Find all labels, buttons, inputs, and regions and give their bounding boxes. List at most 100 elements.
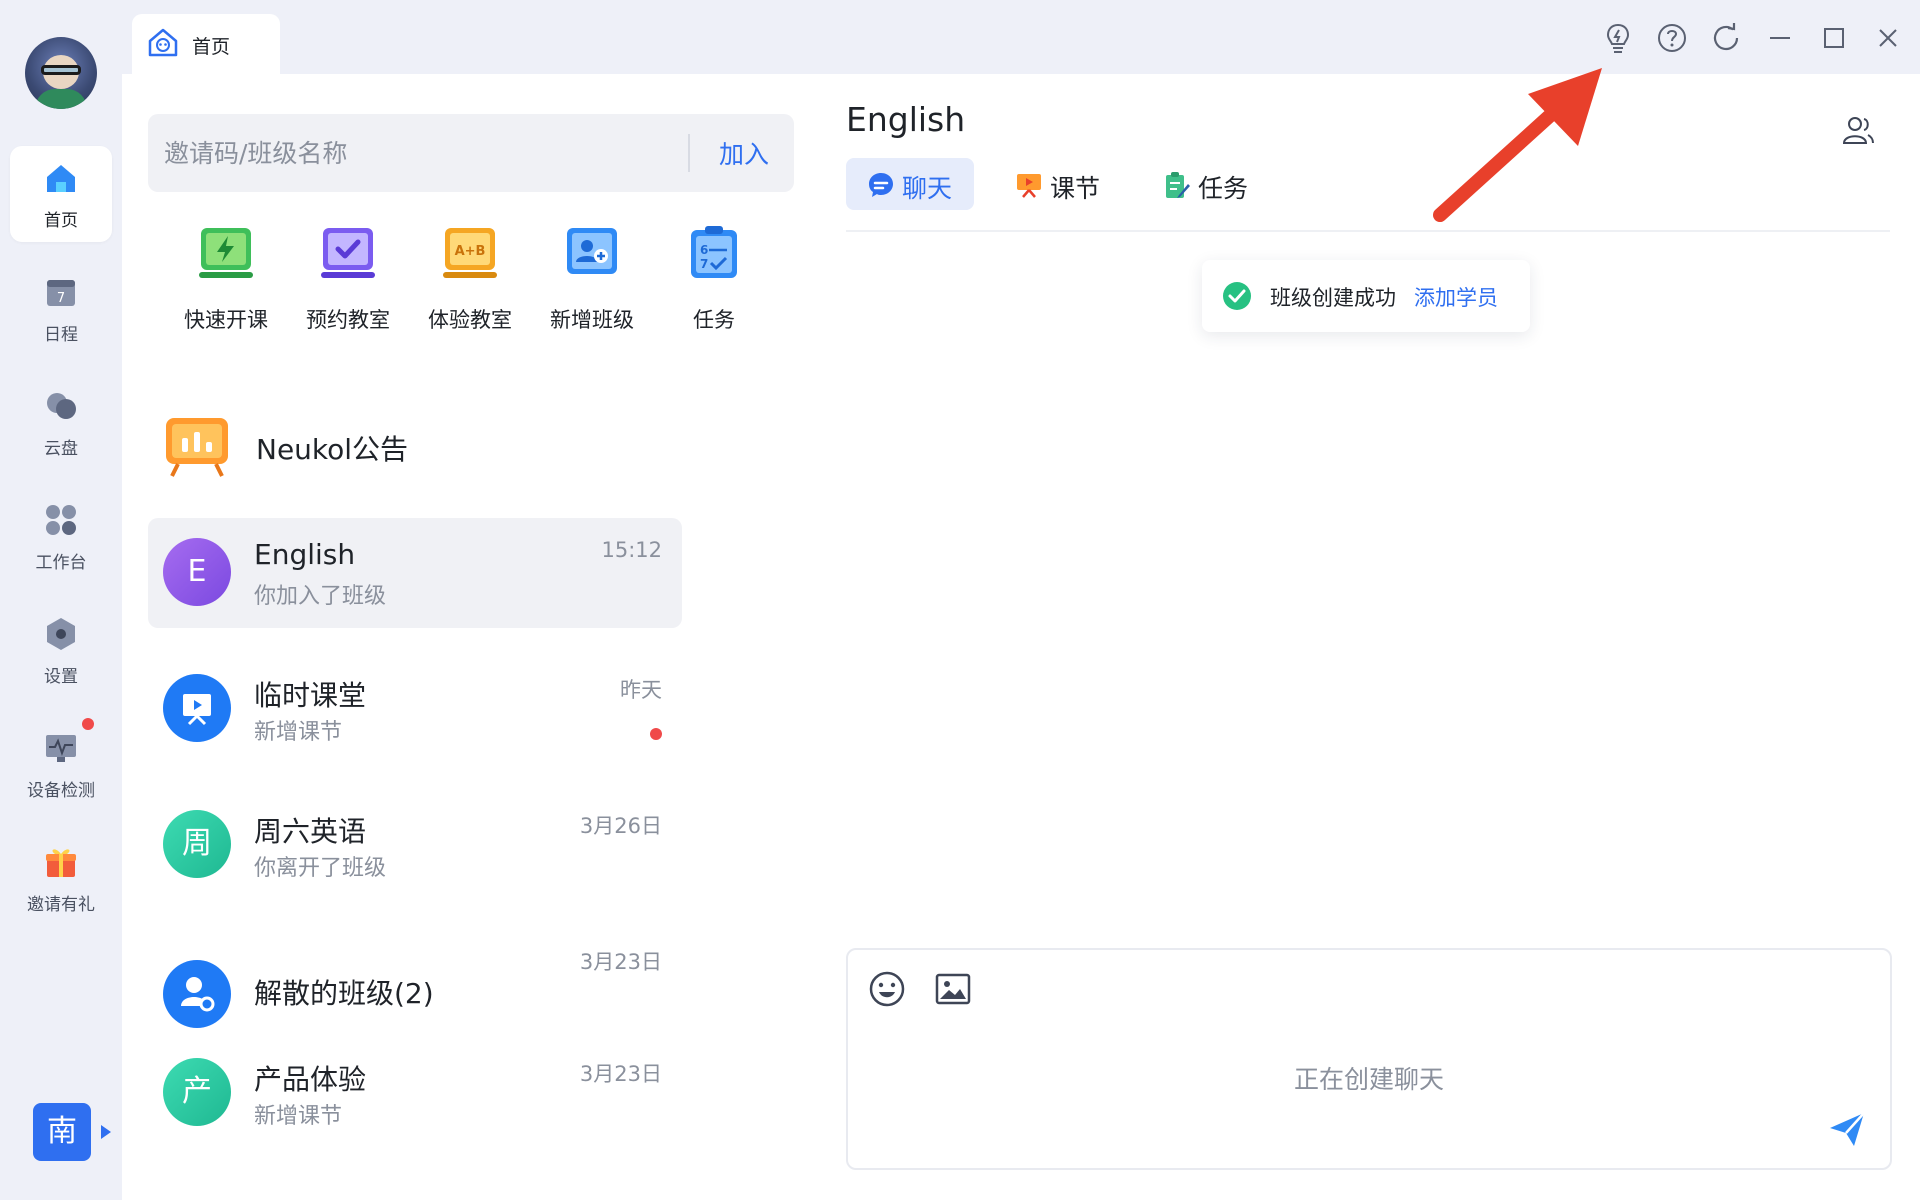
emoji-icon[interactable]: [868, 970, 906, 1008]
quick-action-label: 新增班级: [550, 308, 634, 332]
rail-item-schedule[interactable]: 7 日程: [10, 260, 112, 356]
conversation-last-message: 你离开了班级: [254, 856, 387, 881]
presentation-icon: [183, 694, 211, 726]
tab-lessons[interactable]: 课节: [994, 158, 1122, 210]
trial-classroom-icon: A+B: [443, 228, 497, 278]
chat-title: English: [846, 100, 966, 139]
close-icon[interactable]: [1870, 20, 1906, 56]
success-toast: 班级创建成功 添加学员: [1202, 260, 1530, 332]
quick-class-icon: [199, 228, 253, 278]
add-students-link[interactable]: 添加学员: [1414, 282, 1498, 312]
expand-arrow-icon[interactable]: [101, 1125, 111, 1139]
rail-item-label: 云盘: [44, 439, 78, 459]
svg-text:7: 7: [57, 291, 65, 306]
conversation-panel: 加入 快速开课 预约教室 A+B 体验教室: [122, 74, 816, 1200]
tab-label: 任务: [1198, 174, 1249, 203]
tab-divider: [846, 230, 1890, 232]
composer-status: 正在创建聊天: [1293, 1065, 1444, 1094]
send-icon[interactable]: [1826, 1108, 1868, 1150]
toast-message: 班级创建成功: [1270, 286, 1396, 310]
conversation-name: 临时课堂: [254, 679, 367, 712]
search-divider: [688, 134, 690, 172]
tab-chat[interactable]: 聊天: [846, 158, 974, 210]
conversation-item-english[interactable]: E English 你加入了班级 15:12: [148, 518, 682, 628]
svg-text:7: 7: [700, 257, 708, 271]
rail-item-invite[interactable]: 邀请有礼: [10, 830, 112, 926]
task-icon: 6 7: [691, 226, 737, 278]
workbench-icon: [46, 505, 76, 535]
tab-label: 首页: [192, 36, 231, 58]
task-clipboard-icon: [1166, 172, 1190, 198]
quick-action-task[interactable]: 6 7 任务: [664, 224, 764, 354]
rail-item-settings[interactable]: 设置: [10, 602, 112, 698]
quick-action-label: 体验教室: [428, 308, 512, 332]
rail-item-device-check[interactable]: 设备检测: [10, 716, 112, 812]
gift-icon: [46, 849, 76, 877]
conversation-name: English: [254, 538, 356, 571]
conversation-item-dissolved[interactable]: 解散的班级(2) 3月23日: [148, 926, 682, 1036]
members-icon[interactable]: [1840, 112, 1876, 148]
quick-action-trial[interactable]: A+B 体验教室: [420, 224, 520, 354]
user-badge[interactable]: 南: [33, 1103, 91, 1161]
tab-bar: 首页: [122, 0, 1920, 74]
conversation-avatar: [163, 674, 231, 742]
conversation-time: 3月23日: [579, 1062, 662, 1086]
minimize-icon[interactable]: [1762, 20, 1798, 56]
tab-tasks[interactable]: 任务: [1142, 158, 1270, 210]
notice-title: Neukol公告: [256, 433, 409, 466]
conversation-last-message: 你加入了班级: [254, 584, 387, 609]
conversation-last-message: 新增课节: [254, 1104, 343, 1129]
check-circle-icon: [1223, 282, 1251, 310]
conversation-name: 解散的班级(2): [254, 977, 434, 1010]
quick-action-fast-class[interactable]: 快速开课: [176, 224, 276, 354]
svg-text:6: 6: [700, 243, 708, 257]
conversation-time: 昨天: [620, 678, 662, 702]
conversation-time: 3月26日: [579, 814, 662, 838]
quick-action-label: 任务: [693, 308, 735, 332]
reserve-classroom-icon: [321, 228, 375, 278]
rail-item-label: 工作台: [35, 553, 87, 573]
conversation-time: 3月23日: [579, 950, 662, 974]
rail-item-cloud[interactable]: 云盘: [10, 374, 112, 470]
tab-label: 聊天: [902, 174, 953, 203]
chat-panel: English 聊天 课节 任务 班级创建成功 添加学员 正在创建聊天: [816, 74, 1920, 1200]
robot-home-icon: [148, 28, 178, 57]
maximize-icon[interactable]: [1816, 20, 1852, 56]
svg-text:A+B: A+B: [455, 244, 486, 259]
rail-item-label: 首页: [44, 211, 78, 231]
image-icon[interactable]: [934, 970, 972, 1008]
left-rail: 首页 7 日程 云盘 工作台 设置 设备检测 邀请有礼 南: [0, 0, 122, 1200]
rail-item-label: 设置: [44, 667, 78, 687]
rail-item-home[interactable]: 首页: [10, 146, 112, 242]
lightbulb-icon[interactable]: [1600, 20, 1636, 56]
conversation-avatar: E: [163, 538, 231, 606]
conversation-name: 周六英语: [254, 815, 367, 848]
notice-item[interactable]: Neukol公告: [148, 404, 794, 494]
conversation-item-saturday-english[interactable]: 周 周六英语 你离开了班级 3月26日: [148, 790, 682, 900]
rail-item-label: 日程: [44, 325, 78, 345]
tab-home[interactable]: 首页: [132, 14, 280, 74]
device-check-icon: [46, 735, 76, 762]
help-icon[interactable]: [1654, 20, 1690, 56]
conversation-avatar: 产: [163, 1058, 231, 1126]
conversation-item-product-trial[interactable]: 产 产品体验 新增课节 3月23日: [148, 1038, 682, 1148]
quick-action-reserve[interactable]: 预约教室: [298, 224, 398, 354]
device-check-alert-dot: [82, 718, 94, 730]
user-avatar[interactable]: [25, 37, 97, 109]
message-composer[interactable]: 正在创建聊天: [846, 948, 1892, 1170]
conversation-last-message: 新增课节: [254, 720, 343, 745]
refresh-icon[interactable]: [1708, 20, 1744, 56]
conversation-avatar: [163, 960, 231, 1028]
conversation-item-temp-class[interactable]: 临时课堂 新增课节 昨天: [148, 654, 682, 764]
rail-item-label: 设备检测: [27, 781, 95, 801]
quick-action-add-class[interactable]: 新增班级: [542, 224, 642, 354]
settings-icon: [47, 618, 75, 650]
join-button[interactable]: 加入: [708, 134, 780, 172]
lesson-icon: [1017, 174, 1041, 198]
announcement-board-icon: [166, 418, 228, 477]
cloud-icon: [47, 393, 76, 419]
invite-code-input[interactable]: [164, 130, 654, 176]
tab-label: 课节: [1050, 174, 1101, 203]
conversation-time: 15:12: [601, 538, 662, 562]
rail-item-workbench[interactable]: 工作台: [10, 488, 112, 584]
